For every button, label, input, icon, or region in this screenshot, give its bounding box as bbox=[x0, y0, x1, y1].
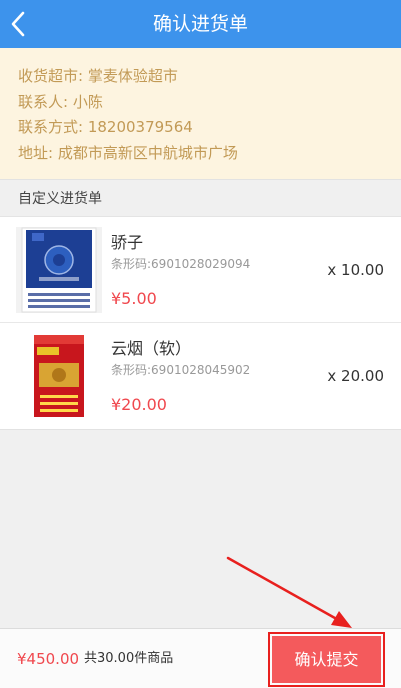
shop-address: 地址: 成都市高新区中航城市广场 bbox=[18, 143, 238, 162]
contact-phone: 联系方式: 18200379564 bbox=[18, 118, 193, 136]
order-total: ¥450.00 bbox=[17, 650, 80, 668]
product-list: 骄子 条形码:6901028029094 ¥5.00 x 10.00 云烟（软）… bbox=[0, 217, 401, 430]
product-price: ¥20.00 bbox=[111, 395, 167, 414]
product-name: 云烟（软） bbox=[111, 339, 192, 358]
product-image bbox=[16, 227, 102, 313]
product-price: ¥5.00 bbox=[111, 289, 157, 308]
list-item[interactable]: 云烟（软） 条形码:6901028045902 ¥20.00 x 20.00 bbox=[0, 323, 401, 429]
section-title: 自定义进货单 bbox=[0, 179, 401, 217]
confirm-submit-button[interactable]: 确认提交 bbox=[272, 636, 381, 683]
item-count: 共30.00件商品 bbox=[84, 651, 174, 666]
bottom-bar: ¥450.00 共30.00件商品 确认提交 bbox=[0, 628, 401, 688]
supermarket-name: 收货超市: 掌麦体验超市 bbox=[18, 67, 178, 85]
shop-info: 收货超市: 掌麦体验超市 联系人: 小陈 联系方式: 18200379564 地… bbox=[0, 48, 401, 179]
top-bar: 确认进货单 bbox=[0, 0, 401, 48]
product-image bbox=[16, 333, 102, 419]
product-quantity: x 10.00 bbox=[327, 261, 384, 279]
product-barcode: 条形码:6901028045902 bbox=[111, 363, 251, 377]
product-name: 骄子 bbox=[111, 233, 144, 252]
submit-highlight: 确认提交 bbox=[268, 632, 385, 687]
page-title: 确认进货单 bbox=[152, 13, 248, 35]
product-quantity: x 20.00 bbox=[327, 367, 384, 385]
product-barcode: 条形码:6901028029094 bbox=[111, 257, 251, 271]
list-item[interactable]: 骄子 条形码:6901028029094 ¥5.00 x 10.00 bbox=[0, 217, 401, 323]
contact-name: 联系人: 小陈 bbox=[18, 92, 103, 111]
